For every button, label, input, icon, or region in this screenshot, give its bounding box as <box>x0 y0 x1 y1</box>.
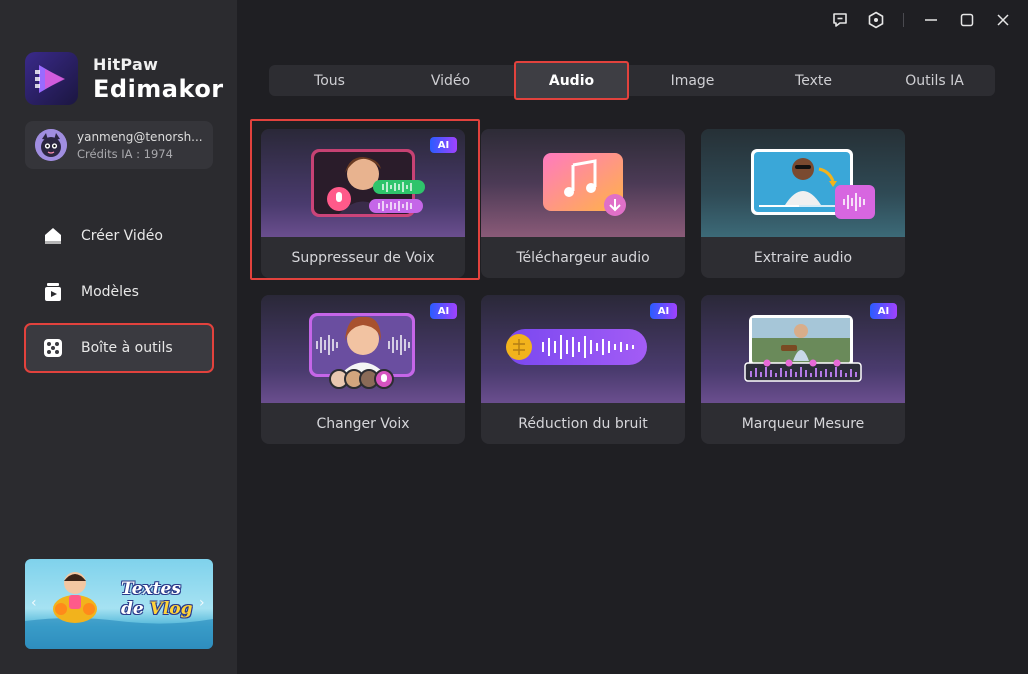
tab-label: Vidéo <box>430 72 471 89</box>
tab-label: Outils IA <box>905 72 964 89</box>
tab-text[interactable]: Texte <box>753 65 874 96</box>
sidebar-item-toolbox[interactable]: Boîte à outils <box>24 323 214 373</box>
tool-card-voice-changer[interactable]: AI Changer Voix <box>261 295 465 444</box>
window-titlebar <box>817 9 1016 31</box>
promo-title-line1: Textes <box>121 579 181 599</box>
tool-card-voice-remover[interactable]: AI Suppresseur de Voix <box>261 129 465 278</box>
tool-card-noise-reduction[interactable]: AI Réduction du bruit <box>481 295 685 444</box>
templates-icon <box>41 280 65 304</box>
ai-badge: AI <box>430 137 457 153</box>
card-thumbnail <box>701 129 905 237</box>
sidebar-item-create-video[interactable]: Créer Vidéo <box>25 212 213 260</box>
promo-title-line2a: de <box>121 599 150 619</box>
settings-icon[interactable] <box>863 9 889 31</box>
maximize-icon[interactable] <box>954 9 980 31</box>
user-account-card[interactable]: yanmeng@tenorsh... Crédits IA : 1974 <box>25 121 213 169</box>
card-label: Suppresseur de Voix <box>291 249 435 266</box>
card-label: Marqueur Mesure <box>741 415 865 432</box>
tab-image[interactable]: Image <box>632 65 753 96</box>
card-label: Extraire audio <box>753 249 853 266</box>
sidebar-nav: Créer Vidéo Modèles Boîte à outils <box>24 212 214 380</box>
card-label: Téléchargeur audio <box>516 249 650 266</box>
chevron-left-icon[interactable]: ‹ <box>31 595 41 611</box>
tab-video[interactable]: Vidéo <box>390 65 511 96</box>
tab-label: Texte <box>795 72 832 89</box>
sidebar-item-label: Boîte à outils <box>81 340 173 356</box>
ai-badge: AI <box>430 303 457 319</box>
tab-label: Audio <box>548 72 595 89</box>
brand: HitPaw Edimakor <box>25 52 224 105</box>
sidebar: HitPaw Edimakor yanmeng@tenorsh... Crédi… <box>0 0 237 674</box>
ai-badge: AI <box>650 303 677 319</box>
promo-title-line2b: Vlog <box>149 599 193 619</box>
tab-all[interactable]: Tous <box>269 65 390 96</box>
app-logo <box>25 52 78 105</box>
tool-card-extract-audio[interactable]: Extraire audio <box>701 129 905 278</box>
ai-badge: AI <box>870 303 897 319</box>
tab-audio[interactable]: Audio <box>511 61 632 100</box>
promo-title: Textes de Vlog <box>121 579 193 619</box>
feedback-icon[interactable] <box>827 9 853 31</box>
brand-name-line2: Edimakor <box>93 74 224 103</box>
toolbox-icon <box>41 336 65 360</box>
card-label: Changer Voix <box>316 415 410 432</box>
tab-ai-tools[interactable]: Outils IA <box>874 65 995 96</box>
promo-banner[interactable]: ‹ › Textes de Vlog <box>25 559 213 649</box>
category-tabs: Tous Vidéo Audio Image Texte Outils IA <box>269 61 995 100</box>
user-email: yanmeng@tenorsh... <box>77 129 203 144</box>
tool-card-audio-downloader[interactable]: Téléchargeur audio <box>481 129 685 278</box>
chevron-right-icon[interactable]: › <box>199 595 209 611</box>
tab-label: Image <box>670 72 715 89</box>
tab-label: Tous <box>314 72 345 89</box>
home-icon <box>41 224 65 248</box>
close-icon[interactable] <box>990 9 1016 31</box>
sidebar-item-templates[interactable]: Modèles <box>25 268 213 316</box>
avatar <box>35 129 67 161</box>
tool-card-beat-marker[interactable]: AI Marqueur Mesure <box>701 295 905 444</box>
ai-credits: Crédits IA : 1974 <box>77 146 173 161</box>
minimize-icon[interactable] <box>918 9 944 31</box>
sidebar-item-label: Créer Vidéo <box>81 228 163 244</box>
sidebar-item-label: Modèles <box>81 284 139 300</box>
card-label: Réduction du bruit <box>518 415 648 432</box>
titlebar-divider <box>903 13 904 27</box>
brand-name-line1: HitPaw <box>93 54 159 74</box>
card-thumbnail <box>481 129 685 237</box>
